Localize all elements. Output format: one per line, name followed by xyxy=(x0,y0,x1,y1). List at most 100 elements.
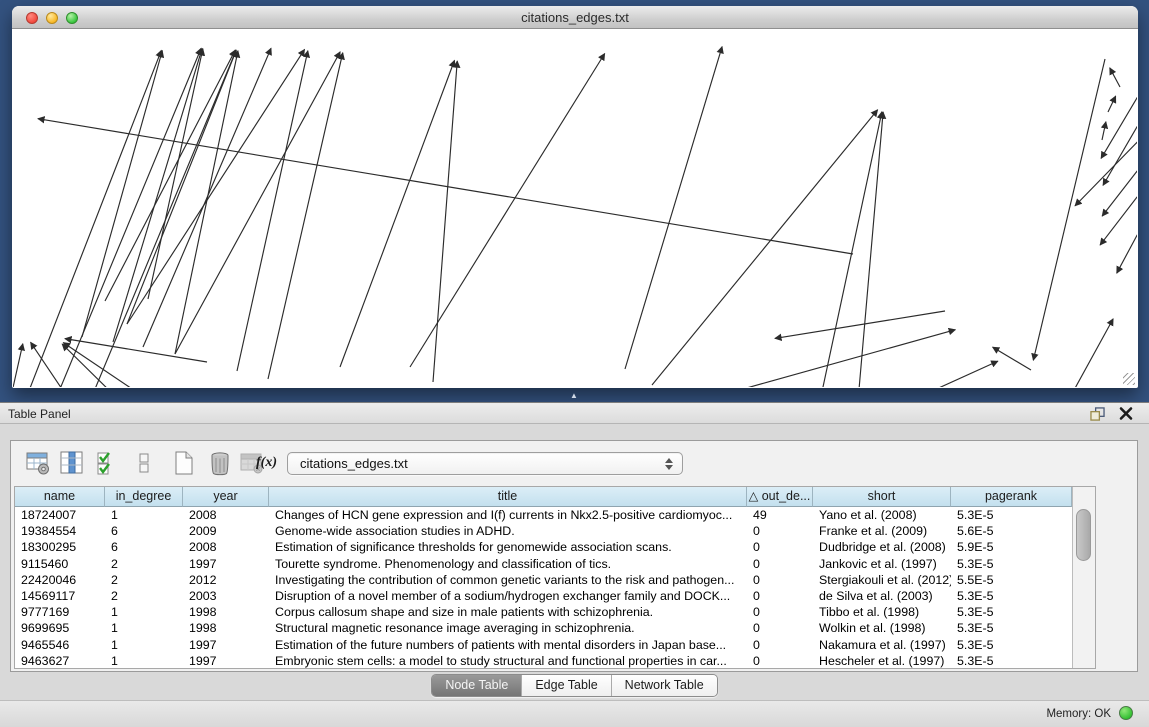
column-header-in_degree[interactable]: in_degree xyxy=(105,487,183,507)
graph-edge[interactable] xyxy=(90,50,236,387)
splitter-handle[interactable]: ▲ xyxy=(567,392,581,400)
table-cell: 1997 xyxy=(183,637,269,653)
table-cell: 2 xyxy=(105,572,183,588)
function-builder-button[interactable]: f(x) xyxy=(256,455,277,471)
table-row[interactable]: 946554611997Estimation of the future num… xyxy=(15,637,1072,653)
table-content-box: f(x) citations_edges.txt namein_degreeye… xyxy=(10,440,1138,672)
graph-edge[interactable] xyxy=(1100,184,1137,245)
table-cell: 5.6E-5 xyxy=(951,523,1072,539)
table-cell: Estimation of the future numbers of pati… xyxy=(269,637,747,653)
table-row[interactable]: 1872400712008Changes of HCN gene express… xyxy=(15,507,1072,523)
table-cell: 1997 xyxy=(183,556,269,572)
deselect-all-button[interactable] xyxy=(129,449,159,479)
table-cell: 1 xyxy=(105,604,183,620)
table-cell: Yano et al. (2008) xyxy=(813,507,951,523)
table-cell: 2003 xyxy=(183,588,269,604)
table-row[interactable]: 1456911722003Disruption of a novel membe… xyxy=(15,588,1072,604)
dropdown-arrows-icon xyxy=(664,457,673,471)
table-settings-icon xyxy=(25,450,51,476)
table-cell: 2008 xyxy=(183,539,269,555)
table-selector-value: citations_edges.txt xyxy=(300,456,408,471)
select-all-button[interactable] xyxy=(93,449,123,479)
tab-edge-table[interactable]: Edge Table xyxy=(521,675,610,696)
table-cell: Dudbridge et al. (2008) xyxy=(813,539,951,555)
tab-network-table[interactable]: Network Table xyxy=(611,675,717,696)
graph-edge[interactable] xyxy=(268,53,343,379)
table-cell: Genome-wide association studies in ADHD. xyxy=(269,523,747,539)
graph-edge[interactable] xyxy=(910,361,998,387)
table-cell: 0 xyxy=(747,588,813,604)
table-cell: 18724007 xyxy=(15,507,105,523)
graph-edge[interactable] xyxy=(25,50,161,387)
table-cell: 22420046 xyxy=(15,572,105,588)
table-settings-button[interactable] xyxy=(23,449,53,479)
resize-grip[interactable] xyxy=(1123,373,1135,385)
table-cell: Embryonic stem cells: a model to study s… xyxy=(269,653,747,669)
graph-edge[interactable] xyxy=(775,311,945,338)
float-panel-icon[interactable] xyxy=(1090,407,1105,421)
graph-edge[interactable] xyxy=(1102,122,1106,140)
graph-edge[interactable] xyxy=(1033,59,1105,360)
empty-checkboxes-icon xyxy=(131,450,157,476)
tab-node-table[interactable]: Node Table xyxy=(432,675,521,696)
graph-edge[interactable] xyxy=(175,51,238,354)
column-header-short[interactable]: short xyxy=(813,487,951,507)
graph-edge[interactable] xyxy=(175,52,340,354)
table-cell: 2 xyxy=(105,588,183,604)
graph-edge[interactable] xyxy=(820,112,882,387)
table-row[interactable]: 946362711997Embryonic stem cells: a mode… xyxy=(15,653,1072,669)
graph-edge[interactable] xyxy=(105,50,235,301)
table-cell: 0 xyxy=(747,523,813,539)
select-column-button[interactable] xyxy=(57,449,87,479)
table-cell: 5.5E-5 xyxy=(951,572,1072,588)
graph-edge[interactable] xyxy=(1108,96,1116,112)
table-row[interactable]: 2242004622012Investigating the contribut… xyxy=(15,572,1072,588)
table-cell: 2008 xyxy=(183,507,269,523)
window-titlebar[interactable]: citations_edges.txt xyxy=(12,6,1138,29)
table-row[interactable]: 1830029562008Estimation of significance … xyxy=(15,539,1072,555)
network-view-window: citations_edges.txt xyxy=(12,6,1138,388)
new-table-button[interactable] xyxy=(169,449,199,479)
window-title: citations_edges.txt xyxy=(12,10,1138,25)
table-cell: 0 xyxy=(747,637,813,653)
delete-rows-button[interactable] xyxy=(205,449,235,479)
table-row[interactable]: 911546021997Tourette syndrome. Phenomeno… xyxy=(15,556,1072,572)
vertical-scrollbar[interactable] xyxy=(1072,487,1095,668)
table-cell: 6 xyxy=(105,523,183,539)
table-row[interactable]: 977716911998Corpus callosum shape and si… xyxy=(15,604,1072,620)
graph-edge[interactable] xyxy=(1110,68,1120,87)
table-cell: 19384554 xyxy=(15,523,105,539)
table-cell: 9115460 xyxy=(15,556,105,572)
graph-edge[interactable] xyxy=(858,112,883,387)
graph-edge[interactable] xyxy=(993,347,1031,370)
graph-edge[interactable] xyxy=(1101,76,1137,158)
table-cell: 1997 xyxy=(183,653,269,669)
column-header-out_de[interactable]: △ out_de... xyxy=(747,487,813,507)
memory-status-indicator[interactable] xyxy=(1119,706,1133,720)
table-cell: 1998 xyxy=(183,604,269,620)
network-canvas[interactable] xyxy=(13,30,1137,387)
column-header-name[interactable]: name xyxy=(15,487,105,507)
graph-edge[interactable] xyxy=(113,49,202,342)
table-cell: 5.3E-5 xyxy=(951,620,1072,636)
graph-edge[interactable] xyxy=(700,330,955,387)
table-row[interactable]: 969969511998Structural magnetic resonanc… xyxy=(15,620,1072,636)
table-selector-dropdown[interactable]: citations_edges.txt xyxy=(287,452,683,475)
table-cell: Stergiakouli et al. (2012) xyxy=(813,572,951,588)
graph-edge[interactable] xyxy=(625,47,722,369)
graph-edge[interactable] xyxy=(13,344,23,387)
close-panel-icon[interactable] xyxy=(1119,406,1133,421)
column-header-pagerank[interactable]: pagerank xyxy=(951,487,1072,507)
table-cell: 1 xyxy=(105,637,183,653)
graph-edge[interactable] xyxy=(1068,319,1113,387)
table-cell: Corpus callosum shape and size in male p… xyxy=(269,604,747,620)
graph-edge[interactable] xyxy=(1075,129,1137,206)
graph-edge[interactable] xyxy=(652,110,878,385)
column-header-title[interactable]: title xyxy=(269,487,747,507)
graph-edge[interactable] xyxy=(1102,157,1137,216)
table-cell: Nakamura et al. (1997) xyxy=(813,637,951,653)
scrollbar-thumb[interactable] xyxy=(1076,509,1091,561)
column-header-year[interactable]: year xyxy=(183,487,269,507)
table-row[interactable]: 1938455462009Genome-wide association stu… xyxy=(15,523,1072,539)
graph-edge[interactable] xyxy=(82,51,162,337)
